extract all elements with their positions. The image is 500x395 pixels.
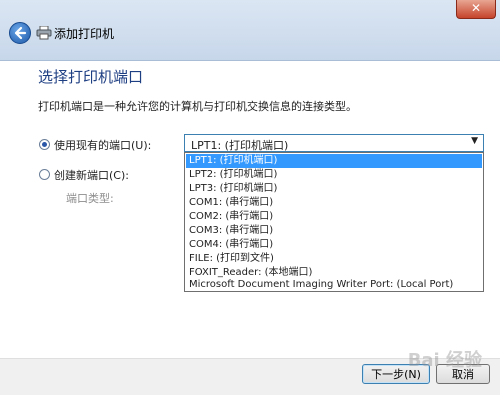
create-new-port-label[interactable]: 创建新端口(C): — [54, 167, 129, 183]
page-title: 选择打印机端口 — [38, 68, 144, 86]
printer-icon — [36, 26, 52, 40]
port-type-label: 端口类型: — [66, 192, 114, 205]
window-title: 添加打印机 — [54, 27, 115, 41]
dropdown-option-file[interactable]: FILE: (打印到文件) — [186, 252, 482, 266]
chevron-down-icon[interactable]: ▼ — [471, 136, 478, 146]
dropdown-option-com2[interactable]: COM2: (串行端口) — [186, 210, 482, 224]
use-existing-port-label[interactable]: 使用现有的端口(U): — [54, 137, 151, 153]
close-button[interactable]: ✕ — [456, 0, 496, 19]
dropdown-option-com1[interactable]: COM1: (串行端口) — [186, 196, 482, 210]
dropdown-option-mdi-writer[interactable]: Microsoft Document Imaging Writer Port: … — [186, 278, 482, 292]
back-button[interactable] — [9, 22, 31, 44]
use-existing-port-radio[interactable] — [39, 139, 50, 150]
dropdown-option-lpt3[interactable]: LPT3: (打印机端口) — [186, 182, 482, 196]
dropdown-option-com4[interactable]: COM4: (串行端口) — [186, 238, 482, 252]
title-bar: ✕ 添加打印机 — [0, 0, 500, 61]
dropdown-option-lpt2[interactable]: LPT2: (打印机端口) — [186, 168, 482, 182]
port-dropdown-list: LPT1: (打印机端口) LPT2: (打印机端口) LPT3: (打印机端口… — [184, 152, 484, 292]
existing-port-select-value: LPT1: (打印机端口) — [191, 139, 289, 152]
watermark: Bai 经验 — [407, 350, 482, 371]
page-description: 打印机端口是一种允许您的计算机与打印机交换信息的连接类型。 — [38, 100, 357, 113]
close-icon: ✕ — [470, 1, 482, 15]
existing-port-select[interactable]: LPT1: (打印机端口) ▼ — [184, 134, 484, 152]
back-arrow-icon — [14, 26, 27, 40]
create-new-port-radio[interactable] — [39, 169, 50, 180]
dropdown-option-com3[interactable]: COM3: (串行端口) — [186, 224, 482, 238]
dropdown-option-lpt1[interactable]: LPT1: (打印机端口) — [186, 154, 482, 168]
